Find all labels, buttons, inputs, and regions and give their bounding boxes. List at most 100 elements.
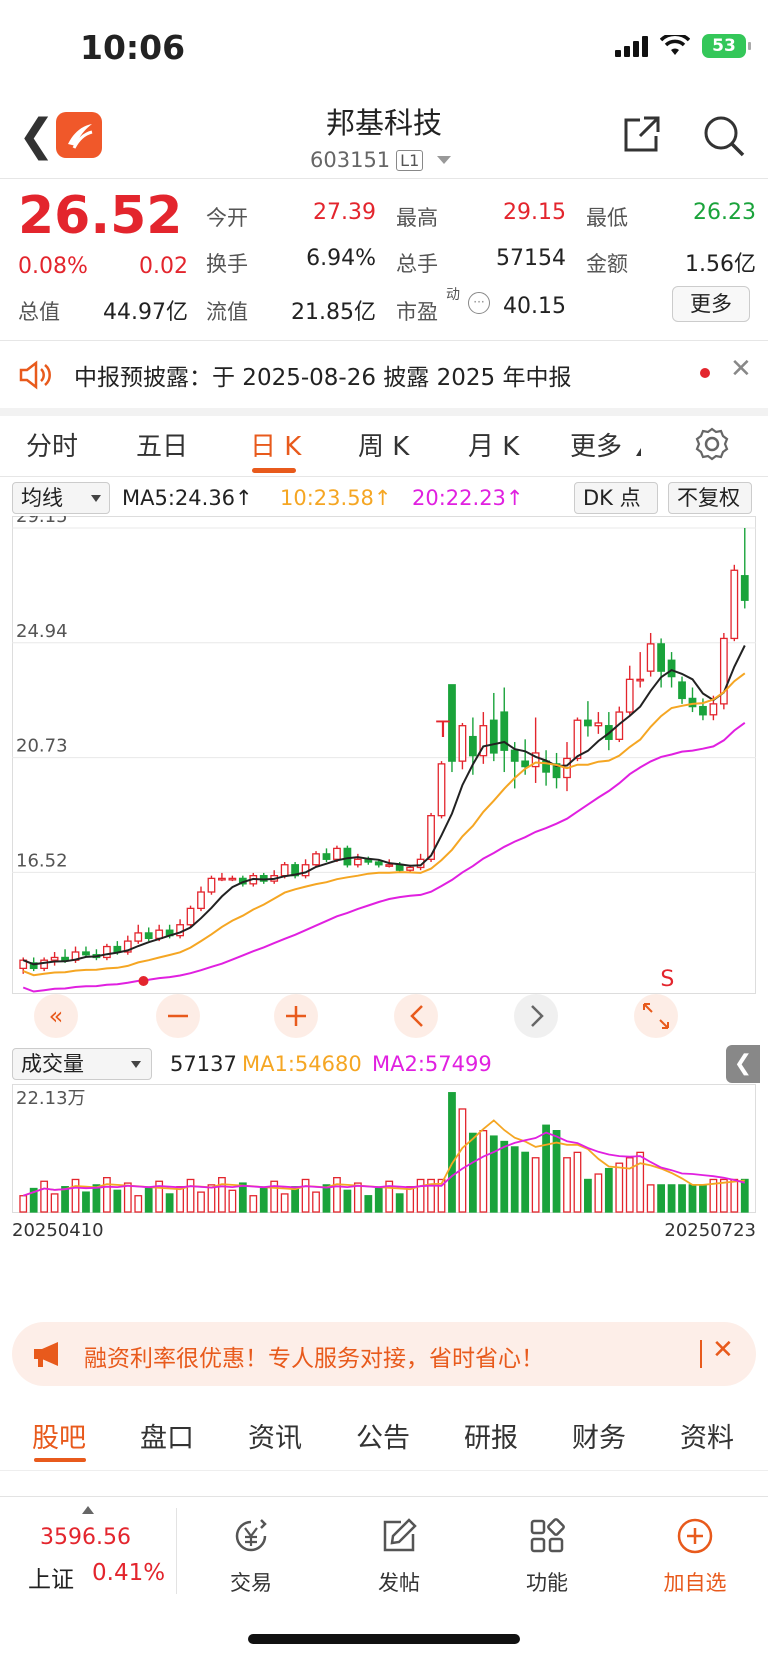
candlestick-chart[interactable]: 29.15 24.94 20.73 16.52 T S — [12, 516, 756, 1046]
more-button[interactable]: 更多 — [672, 286, 750, 322]
fullscreen-button[interactable] — [634, 994, 678, 1038]
status-icons: 53 — [615, 34, 751, 58]
trade-label: 交易 — [230, 1571, 272, 1595]
add-circle-icon — [677, 1518, 713, 1554]
candle-body — [510, 749, 519, 762]
volume-bar — [625, 1157, 634, 1213]
tab-monthly-k[interactable]: 月 K — [468, 426, 519, 463]
index-name[interactable]: 上证 — [28, 1560, 74, 1594]
float-cap-label: 流值 — [206, 300, 248, 324]
add-watchlist-button[interactable]: 加自选 — [640, 1506, 750, 1597]
close-icon[interactable]: ✕ — [712, 1335, 734, 1365]
tab-announcements[interactable]: 公告 — [356, 1416, 410, 1455]
chart-controls: « — [34, 994, 678, 1038]
add-watchlist-label: 加自选 — [663, 1571, 727, 1595]
candle-body — [50, 956, 59, 961]
stock-code-row[interactable]: 603151 L1 — [310, 148, 452, 172]
index-percent[interactable]: 0.41% — [92, 1560, 165, 1586]
volume-bar — [40, 1180, 49, 1213]
tab-guba[interactable]: 股吧 — [32, 1416, 86, 1455]
volume-bar — [123, 1182, 132, 1213]
volume-value: 57154 — [496, 246, 566, 271]
tab-weekly-k[interactable]: 周 K — [358, 426, 409, 463]
volume-bar — [448, 1092, 456, 1213]
tab-daily-k[interactable]: 日 K — [250, 426, 301, 463]
candle-body — [688, 697, 697, 708]
ma5-value: MA5:24.36↑ — [122, 486, 253, 510]
candle-body — [353, 858, 362, 866]
volume-bar — [61, 1186, 69, 1213]
tab-profile[interactable]: 资料 — [680, 1416, 734, 1455]
volume-bar — [144, 1187, 153, 1213]
candle-body — [625, 678, 634, 713]
volume-bar — [312, 1191, 320, 1213]
info-icon[interactable]: ··· — [468, 292, 490, 314]
index-value[interactable]: 3596.56 — [40, 1525, 131, 1550]
volume-bar — [259, 1187, 268, 1213]
volume-bar — [238, 1182, 247, 1213]
close-icon[interactable]: ✕ — [730, 354, 752, 384]
marker-dot — [138, 976, 149, 986]
volume-bar — [594, 1173, 603, 1213]
candle-body — [646, 643, 655, 672]
candle-body — [740, 575, 749, 601]
prev-button[interactable] — [394, 994, 438, 1038]
gear-icon[interactable] — [694, 426, 730, 462]
amount-label: 金额 — [586, 252, 628, 276]
volume-bar — [176, 1186, 184, 1213]
share-icon[interactable] — [620, 114, 662, 156]
megaphone-icon — [34, 1342, 58, 1367]
battery-icon: 53 — [702, 34, 751, 58]
promo-text[interactable]: 融资利率很优惠！专人服务对接，省时省心！ — [84, 1339, 544, 1373]
post-button[interactable]: 发帖 — [344, 1506, 454, 1597]
pe-dynamic-mark: 动 — [446, 287, 460, 303]
zoom-in-button[interactable] — [274, 994, 318, 1038]
tab-research[interactable]: 研报 — [464, 1416, 518, 1455]
candle-body — [385, 864, 394, 867]
adjust-button[interactable]: 不复权 — [668, 482, 752, 514]
ma20-value: 20:22.23↑ — [412, 486, 524, 510]
tab-five-day[interactable]: 五日 — [136, 426, 188, 463]
volume-select[interactable]: 成交量 — [12, 1048, 152, 1080]
volume-bar — [604, 1167, 613, 1213]
status-time: 10:06 — [80, 28, 186, 67]
candle-body — [218, 877, 226, 881]
chart-frame — [12, 516, 756, 994]
turnover-value: 6.94% — [306, 246, 376, 271]
promo-divider — [700, 1340, 702, 1368]
functions-button[interactable]: 功能 — [492, 1506, 602, 1597]
tab-more[interactable]: 更多 — [570, 426, 622, 463]
tab-intraday[interactable]: 分时 — [26, 426, 78, 463]
volume-bar — [50, 1193, 59, 1213]
zoom-out-button[interactable] — [156, 994, 200, 1038]
volume-bar — [615, 1162, 624, 1213]
trade-button[interactable]: 交易 — [196, 1506, 306, 1597]
indicator-select[interactable]: 均线 — [12, 482, 110, 514]
tab-more-arrow — [636, 448, 641, 456]
amount-value: 1.56亿 — [685, 252, 756, 277]
chevron-up-icon[interactable] — [82, 1506, 94, 1514]
candle-body — [144, 932, 153, 940]
active-tab-indicator — [252, 468, 296, 473]
volume-bar — [563, 1157, 571, 1213]
candle-body — [312, 853, 320, 866]
volume-bar — [301, 1178, 310, 1213]
pe-label: 市盈 — [396, 300, 438, 324]
tab-finance[interactable]: 财务 — [572, 1416, 626, 1455]
next-button[interactable] — [514, 994, 558, 1038]
post-label: 发帖 — [378, 1571, 420, 1595]
candle-body — [61, 956, 69, 961]
tab-news[interactable]: 资讯 — [248, 1416, 302, 1455]
volume-bar — [468, 1132, 477, 1213]
volume-bar — [353, 1182, 362, 1213]
search-icon[interactable] — [702, 114, 746, 158]
tab-pankou[interactable]: 盘口 — [140, 1416, 194, 1455]
volume-bar — [542, 1124, 550, 1213]
dk-point-button[interactable]: DK 点 — [574, 482, 658, 514]
volume-bar — [531, 1157, 540, 1213]
collapse-panel-button[interactable]: ❮ — [726, 1045, 760, 1083]
notice-text[interactable]: 中报预披露：于 2025-08-26 披露 2025 年中报 — [74, 358, 571, 392]
volume-bar — [228, 1189, 237, 1213]
volume-chart[interactable]: 22.13万 20250410 20250723 — [12, 1084, 756, 1304]
rewind-button[interactable]: « — [34, 994, 78, 1038]
